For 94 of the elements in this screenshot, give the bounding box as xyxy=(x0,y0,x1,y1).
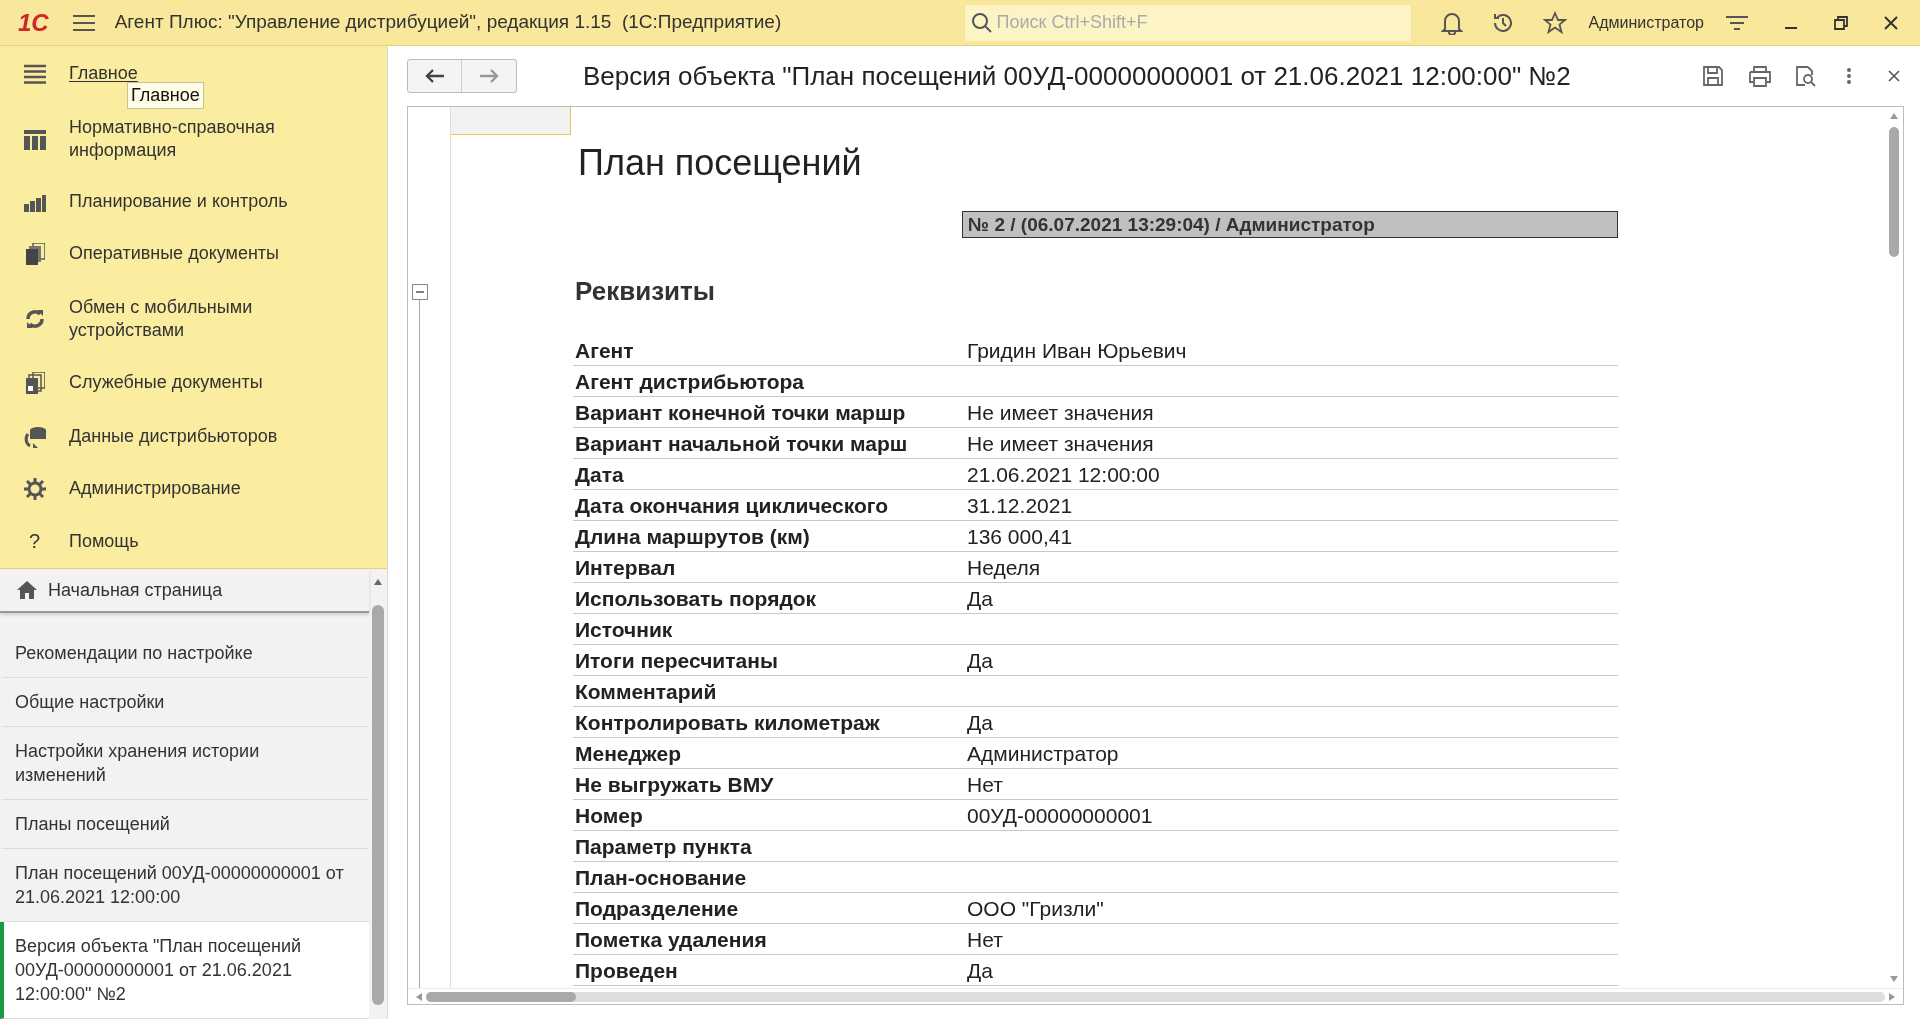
section-link[interactable]: Планирование и контроль xyxy=(69,190,349,213)
field-value: Не имеет значения xyxy=(967,400,1154,426)
field-name: Агент xyxy=(575,339,634,362)
section-link[interactable]: Нормативно-справочная информация xyxy=(69,116,349,162)
menu-icon xyxy=(23,63,46,84)
left-arrow-icon xyxy=(424,69,445,83)
sync-icon xyxy=(23,308,46,330)
window-title: Агент Плюс: "Управление дистрибуцией", редакция 1.15 (1С:Предприятие) xyxy=(114,10,782,35)
field-name: Комментарий xyxy=(575,680,717,703)
field-name: Вариант начальной точки марш xyxy=(575,432,908,455)
scroll-down-icon[interactable] xyxy=(1890,976,1898,982)
home-icon xyxy=(16,580,38,600)
field-name: План-основание xyxy=(575,866,747,889)
field-name: Итоги пересчитаны xyxy=(575,649,778,672)
home-page-tab[interactable]: Начальная страница xyxy=(0,569,369,613)
open-window-item[interactable]: Общие настройки xyxy=(0,678,369,727)
field-name: Агент дистрибьютора xyxy=(575,370,804,393)
field-value: Неделя xyxy=(967,555,1041,581)
field-name: Не выгружать ВМУ xyxy=(575,773,774,796)
field-name: Подразделение xyxy=(575,897,739,920)
settings-icon xyxy=(23,477,46,500)
menu-icon[interactable] xyxy=(72,13,95,32)
field-value: 21.06.2021 12:00:00 xyxy=(967,462,1160,488)
field-value: Нет xyxy=(967,772,1003,798)
open-window-item[interactable]: Настройки хранения истории изменений xyxy=(0,727,369,800)
scroll-right-icon[interactable] xyxy=(1889,992,1895,1001)
section-link[interactable]: Оперативные документы xyxy=(69,242,349,265)
form-title: Версия объекта "План посещений 00УД-00000000001 от 21.06.2021 12:00:00" №2 xyxy=(583,59,1571,93)
search-field[interactable]: Поиск Ctrl+Shift+F xyxy=(964,4,1411,41)
documents-icon xyxy=(24,242,45,265)
user-name[interactable]: Администратор xyxy=(1588,10,1704,35)
tooltip: Главное xyxy=(127,82,204,109)
close-icon[interactable] xyxy=(1888,70,1900,82)
field-value: Да xyxy=(967,710,993,736)
section-link[interactable]: Служебные документы xyxy=(69,371,349,394)
section-link[interactable]: Помощь xyxy=(69,529,349,553)
print-icon[interactable] xyxy=(1748,65,1772,87)
scrollbar[interactable] xyxy=(408,988,1903,1004)
report-title: План посещений xyxy=(578,141,862,185)
field-name: Источник xyxy=(575,618,673,641)
field-value: Гридин Иван Юрьевич xyxy=(967,338,1187,364)
scroll-up-icon[interactable] xyxy=(1890,113,1898,119)
more-icon[interactable] xyxy=(1846,67,1852,85)
field-name: Проведен xyxy=(575,959,678,982)
scrollbar-thumb[interactable] xyxy=(426,991,576,1002)
search-icon xyxy=(970,11,993,34)
field-name: Пометка удаления xyxy=(575,928,767,951)
scrollbar-thumb[interactable] xyxy=(372,605,384,1005)
preview-icon[interactable] xyxy=(1794,65,1816,87)
field-name: Дата окончания циклического xyxy=(575,494,889,517)
close-icon[interactable] xyxy=(1884,15,1898,30)
section-link[interactable]: Главное xyxy=(69,62,349,85)
save-icon[interactable] xyxy=(1702,65,1724,87)
version-header: № 2 / (06.07.2021 13:29:04) / Администратор xyxy=(962,211,1618,238)
restore-icon[interactable] xyxy=(1834,15,1848,30)
field-value: ООО "Гризли" xyxy=(967,896,1104,922)
field-value: Нет xyxy=(967,927,1003,953)
section-heading: Реквизиты xyxy=(575,275,715,308)
field-value: 136 000,41 xyxy=(967,524,1073,550)
section-link[interactable]: Обмен с мобильными устройствами xyxy=(69,296,349,342)
field-name: Контролировать километраж xyxy=(575,711,880,734)
field-name: Номер xyxy=(575,804,643,827)
field-name: Вариант конечной точки маршр xyxy=(575,401,906,424)
scroll-up-icon[interactable] xyxy=(374,579,382,585)
settings-lines-icon[interactable] xyxy=(1726,14,1748,31)
field-name: Дата xyxy=(575,463,624,486)
open-window-item[interactable]: Планы посещений xyxy=(0,800,369,849)
field-name: Менеджер xyxy=(575,742,681,765)
collapse-icon[interactable] xyxy=(412,284,428,300)
open-window-item[interactable]: Рекомендации по настройке xyxy=(0,629,369,678)
field-name: Длина маршрутов (км) xyxy=(575,525,810,548)
section-link[interactable]: Администрирование xyxy=(69,477,349,500)
field-value: Да xyxy=(967,586,993,612)
bell-icon[interactable] xyxy=(1440,10,1463,35)
field-value: Не имеет значения xyxy=(967,431,1154,457)
section-link[interactable]: Данные дистрибьюторов xyxy=(69,425,349,448)
field-value: 31.12.2021 xyxy=(967,493,1073,519)
field-value: Да xyxy=(967,648,993,674)
field-name: Интервал xyxy=(575,556,676,579)
database-sync-icon xyxy=(22,425,47,448)
scrollbar-thumb[interactable] xyxy=(1889,127,1899,257)
right-arrow-icon xyxy=(479,69,499,83)
scroll-left-icon[interactable] xyxy=(416,992,422,1001)
field-value: Да xyxy=(967,958,993,984)
field-value: Администратор xyxy=(967,741,1119,767)
documents-icon xyxy=(24,371,45,394)
field-name: Использовать порядок xyxy=(575,587,817,610)
field-value: 00УД-00000000001 xyxy=(967,803,1153,829)
field-name: Параметр пункта xyxy=(575,835,752,858)
columns-icon xyxy=(23,128,46,150)
star-icon[interactable] xyxy=(1542,10,1567,35)
open-window-item[interactable]: Версия объекта "План посещений 00УД-00000000001 от 21.06.2021 12:00:00" №2 xyxy=(0,922,369,1019)
help-icon: ? xyxy=(28,526,41,556)
app-logo[interactable]: 1С xyxy=(18,10,49,35)
